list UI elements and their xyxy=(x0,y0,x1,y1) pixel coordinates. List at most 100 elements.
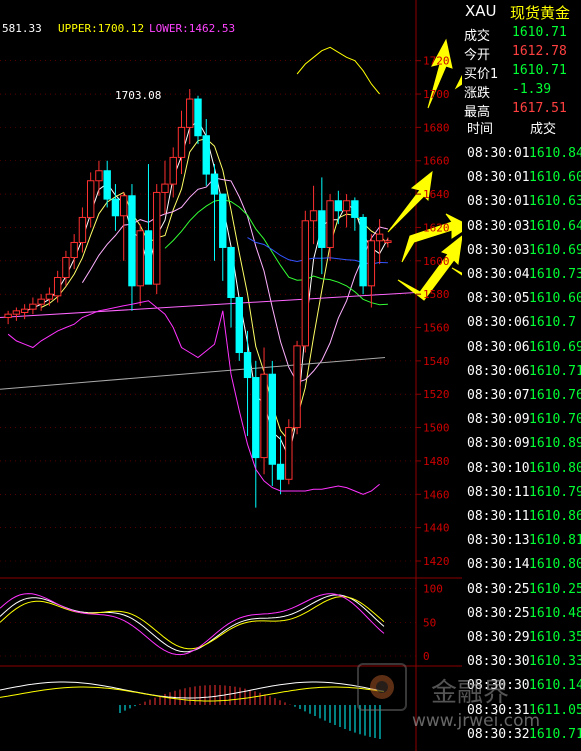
trade-price: 1610.84 xyxy=(529,146,581,161)
trade-row[interactable]: 08:30:29 1610.35 xyxy=(462,627,581,651)
trade-row[interactable]: 08:30:11 1610.79 xyxy=(462,482,581,506)
oscillator-panel: 100500 xyxy=(0,583,443,663)
quote-field-value: 1617.51 xyxy=(512,101,567,116)
quote-field-value: 1612.78 xyxy=(512,44,567,59)
trade-row[interactable]: 08:30:10 1610.80 xyxy=(462,458,581,482)
candle-body xyxy=(12,310,21,315)
candle-body xyxy=(219,193,227,248)
trade-time: 08:30:05 xyxy=(467,291,530,307)
trade-price: 1610.86 xyxy=(529,509,581,524)
trade-row[interactable]: 08:30:25 1610.25 xyxy=(462,579,581,603)
candle-body xyxy=(70,241,78,258)
candle-body xyxy=(161,183,169,193)
quote-title: XAU 现货黄金 xyxy=(462,0,581,22)
candle-body xyxy=(53,276,62,297)
trade-price: 1610.14 xyxy=(529,678,581,694)
quote-field: 涨跌 -1.39 xyxy=(462,81,581,101)
trade-time: 08:30:11 xyxy=(467,484,530,500)
tick-label: 1460 xyxy=(423,488,450,501)
candle-body xyxy=(169,156,177,185)
trade-time: 08:30:06 xyxy=(467,363,530,379)
candle-body xyxy=(144,230,153,285)
trade-row[interactable]: 08:30:03 1610.69 xyxy=(462,240,581,264)
trade-time: 08:30:03 xyxy=(467,242,530,258)
trend-line xyxy=(0,291,417,319)
candle-body xyxy=(260,373,268,459)
tick-label: 1720 xyxy=(423,55,450,68)
candle-body xyxy=(342,200,351,212)
trade-row[interactable]: 08:30:09 1610.70 xyxy=(462,409,581,433)
trade-time: 08:30:01 xyxy=(467,194,530,210)
candle-body xyxy=(351,200,359,218)
tick-label: 1620 xyxy=(423,221,450,234)
candle-body xyxy=(276,463,285,480)
candle-body xyxy=(235,296,243,354)
trade-time: 08:30:14 xyxy=(467,557,530,573)
tick-label: 1440 xyxy=(423,522,450,535)
tick-label: 1520 xyxy=(423,388,450,401)
candle-body xyxy=(268,373,276,465)
trend-line xyxy=(0,357,386,390)
trade-row[interactable]: 08:30:07 1610.76 xyxy=(462,385,581,409)
trade-row[interactable]: 08:30:25 1610.48 xyxy=(462,603,581,627)
candle-body xyxy=(375,233,384,242)
candle-body xyxy=(243,352,252,379)
quote-field: 买价1 1610.71 xyxy=(462,62,581,82)
trade-row[interactable]: 08:30:14 1610.80 xyxy=(462,554,581,578)
tick-label: 1500 xyxy=(423,422,450,435)
quote-field-label: 今开 xyxy=(464,48,491,63)
price-axis: 1720 1700 1680 1660 1640 1620 1600 1580 1560 1540… xyxy=(416,55,450,568)
quote-field: 成交 1610.71 xyxy=(462,24,581,44)
candle-body xyxy=(120,195,128,217)
trade-row[interactable]: 08:30:01 1610.63 xyxy=(462,191,581,215)
trade-row[interactable]: 08:30:03 1610.64 xyxy=(462,216,581,240)
trade-row[interactable]: 08:30:06 1610.7 xyxy=(462,312,581,336)
trade-price: 1610.7 xyxy=(529,315,576,331)
candle-body xyxy=(111,198,120,217)
trade-row[interactable]: 08:30:09 1610.89 xyxy=(462,433,581,457)
trade-price: 1610.64 xyxy=(529,218,581,234)
trade-time: 08:30:06 xyxy=(467,339,530,355)
candle-body xyxy=(78,216,87,243)
trade-row[interactable]: 08:30:06 1610.71 xyxy=(462,361,581,385)
candle-body xyxy=(4,313,12,319)
trade-price: 1610.60 xyxy=(529,291,581,307)
symbol: XAU xyxy=(465,2,497,20)
candle-body xyxy=(20,308,29,314)
trade-price: 1610.81 xyxy=(529,533,581,549)
trade-row[interactable]: 08:30:06 1610.69 xyxy=(462,337,581,361)
candle-body xyxy=(384,240,392,243)
tick-label: 100 xyxy=(423,583,443,596)
watermark-name: 金融界 xyxy=(431,678,510,708)
candle-body xyxy=(309,210,318,222)
trade-price: 1610.25 xyxy=(529,581,581,597)
candle-body xyxy=(45,293,54,300)
trade-row[interactable]: 08:30:11 1610.86 xyxy=(462,506,581,530)
tick-label: 1580 xyxy=(423,288,450,301)
quote-field-label: 成交 xyxy=(464,29,491,44)
watermark-url: www.jrwei.com xyxy=(412,711,541,731)
candle-body xyxy=(37,298,45,305)
trade-time: 08:30:09 xyxy=(467,436,530,452)
trade-row[interactable]: 08:30:01 1610.84 xyxy=(462,143,581,167)
trade-row[interactable]: 08:30:05 1610.60 xyxy=(462,288,581,312)
instrument-name: 现货黄金 xyxy=(510,4,571,22)
tick-label: 1640 xyxy=(423,188,450,201)
trade-time: 08:30:29 xyxy=(467,630,530,645)
trade-row[interactable]: 08:30:13 1610.81 xyxy=(462,530,581,554)
trade-time: 08:30:25 xyxy=(467,581,530,597)
bollinger-lower-line xyxy=(7,300,380,495)
candle-body xyxy=(177,126,186,158)
candle-body xyxy=(334,200,343,212)
k-line xyxy=(0,594,385,653)
quote-field-label: 涨跌 xyxy=(464,86,491,101)
candle-body xyxy=(128,195,136,287)
bollinger-upper-line xyxy=(296,46,380,95)
quote-field: 最高 1617.51 xyxy=(462,100,581,120)
quote-field-value: -1.39 xyxy=(512,82,552,97)
trade-row[interactable]: 08:30:01 1610.60 xyxy=(462,167,581,191)
candlestick-series xyxy=(4,89,392,508)
trade-row[interactable]: 08:30:04 1610.73 xyxy=(462,264,581,288)
upper-band-label: UPPER:1700.12 xyxy=(58,22,145,35)
candle-body xyxy=(202,135,210,175)
